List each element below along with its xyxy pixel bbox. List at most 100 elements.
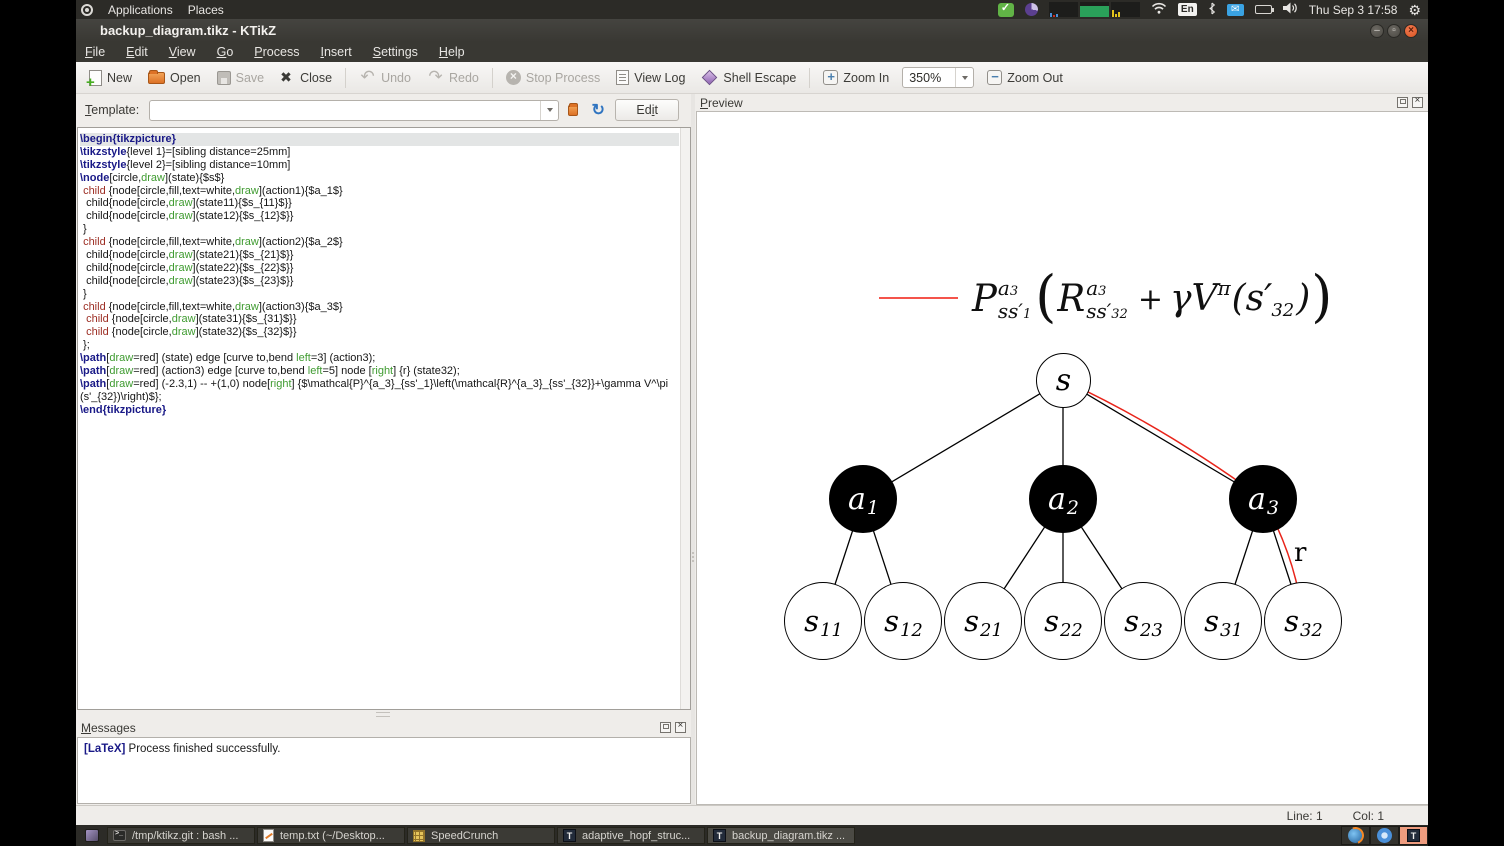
template-combo[interactable] [149, 99, 560, 121]
view-log-button[interactable]: View Log [609, 67, 692, 88]
code-token: draw [235, 236, 259, 249]
bluetooth-icon[interactable] [1208, 2, 1216, 18]
view-log-icon [616, 70, 630, 85]
taskbar-item-speedcrunch[interactable]: SpeedCrunch [407, 827, 555, 844]
taskbar-item-adaptive-hopf[interactable]: Tadaptive_hopf_struc... [557, 827, 705, 844]
redo-button[interactable]: Redo [420, 67, 486, 88]
stop-process-button[interactable]: Stop Process [499, 67, 607, 88]
code-token: child{node[circle, [80, 249, 169, 262]
clock[interactable]: Thu Sep 3 17:58 [1309, 3, 1398, 17]
code-token: \tikzstyle [80, 145, 127, 158]
minimize-button[interactable]: – [1370, 23, 1384, 38]
menu-settings[interactable]: Settings [373, 45, 418, 59]
template-edit-button[interactable]: Edit [615, 99, 680, 121]
updates-ok-icon[interactable] [997, 1, 1014, 17]
preview-float-button[interactable] [1397, 97, 1408, 108]
code-token: right [270, 377, 292, 390]
code-editor[interactable]: \begin{tikzpicture} \tikzstyle{level 1}=[… [77, 127, 691, 710]
code-token: ](action1){$a_1$} [258, 184, 343, 197]
new-button[interactable]: New [82, 67, 139, 91]
shell-escape-icon [702, 69, 718, 86]
messages-float-button[interactable] [660, 722, 671, 733]
window-title: backup_diagram.tikz - KTikZ [100, 23, 277, 38]
code-token: right [371, 365, 394, 378]
big-rparen: ) [1311, 263, 1333, 329]
vertical-splitter[interactable] [691, 94, 695, 805]
zoom-out-button[interactable]: Zoom Out [980, 67, 1070, 88]
new-icon [86, 69, 102, 91]
zoom-in-button[interactable]: Zoom In [816, 67, 896, 88]
session-gear-icon[interactable]: ⚙ [1408, 3, 1421, 17]
time-tracker-icon[interactable] [1024, 3, 1038, 16]
code-token: \node [80, 171, 110, 184]
template-reload-button[interactable] [587, 99, 609, 121]
keyboard-layout-indicator[interactable]: En [1177, 3, 1197, 16]
redo-icon [427, 70, 444, 85]
node-s11: s 11 [784, 582, 862, 660]
code-token: {node[circle,fill,text=white, [105, 184, 236, 197]
toolbar-separator [809, 67, 811, 88]
code-line: \path[draw=red] (action3) edge [curve to… [80, 365, 679, 378]
combo-arrow[interactable] [540, 100, 558, 120]
reward-label: r [1294, 538, 1307, 568]
menu-go[interactable]: Go [217, 45, 234, 59]
places-menu[interactable]: Places [188, 3, 224, 17]
menu-edit[interactable]: Edit [126, 45, 148, 59]
combo-arrow[interactable] [955, 68, 973, 87]
code-token: draw [168, 210, 193, 223]
code-lines[interactable]: \begin{tikzpicture} \tikzstyle{level 1}=[… [80, 133, 679, 707]
code-token: {node[circle, [108, 313, 172, 326]
code-token: draw [109, 365, 134, 378]
maximize-button[interactable]: ▫ [1387, 23, 1401, 38]
code-token: {level 1}=[sibling distance=25mm] [126, 145, 291, 158]
node-s: s [1036, 353, 1091, 408]
terminal-icon [113, 830, 126, 841]
mail-icon[interactable]: ✉ [1226, 3, 1244, 16]
volume-icon[interactable] [1282, 2, 1298, 17]
show-desktop-button[interactable] [79, 826, 105, 845]
preview-close-button[interactable] [1412, 95, 1423, 108]
distributor-logo-icon[interactable] [81, 3, 93, 16]
menu-file[interactable]: File [85, 45, 105, 59]
template-open-button[interactable] [562, 99, 584, 121]
preview-canvas: P a3 ss′ 1 ( R a3 ss′ 32 + γV π (s′ 32 ) )… [696, 111, 1428, 805]
code-token: } [80, 287, 87, 300]
close-button[interactable]: × [1404, 23, 1418, 38]
zoom-level-combo[interactable]: 350% [902, 67, 975, 88]
menu-insert[interactable]: Insert [320, 45, 351, 59]
menu-view[interactable]: View [169, 45, 196, 59]
node-a3: a3 [1229, 465, 1297, 533]
node-s32: s 32 [1264, 582, 1342, 660]
taskbar-item-backup-diagram[interactable]: Tbackup_diagram.tikz ... [707, 827, 855, 844]
battery-icon[interactable] [1254, 5, 1274, 14]
firefox-launcher[interactable] [1341, 826, 1370, 845]
code-line: \tikzstyle{level 1}=[sibling distance=25… [80, 146, 679, 159]
taskbar-item-terminal[interactable]: /tmp/ktikz.git : bash ... [107, 827, 255, 844]
messages-close-button[interactable] [675, 720, 686, 733]
window-title-bar[interactable]: backup_diagram.tikz - KTikZ – ▫ × [76, 19, 1428, 42]
taskbar-item-temp-txt[interactable]: temp.txt (~/Desktop... [257, 827, 405, 844]
close-file-button[interactable]: Close [273, 67, 339, 88]
editor-scrollbar[interactable] [680, 128, 690, 709]
code-token: =3] (action3); [310, 352, 376, 365]
code-token: draw [168, 274, 193, 287]
toolbar: New Open Save Close Undo Redo Stop Proce… [76, 62, 1428, 94]
status-line: Line: 1 [1286, 808, 1323, 823]
shell-escape-button[interactable]: Shell Escape [694, 68, 803, 88]
system-monitor-applet[interactable] [1048, 2, 1140, 17]
menu-process[interactable]: Process [254, 45, 299, 59]
horizontal-splitter[interactable] [76, 710, 691, 719]
undo-button[interactable]: Undo [352, 67, 418, 88]
applications-menu[interactable]: Applications [108, 3, 173, 17]
zoom-out-icon [987, 69, 1003, 85]
open-button[interactable]: Open [141, 68, 208, 88]
template-label: Template: [85, 103, 140, 117]
node-s21: s 21 [944, 582, 1022, 660]
ktikz-icon: T [713, 829, 726, 842]
ktikz-launcher[interactable]: T [1399, 826, 1428, 845]
browser-launcher[interactable] [1370, 826, 1399, 845]
code-token: child [86, 326, 109, 339]
menu-help[interactable]: Help [439, 45, 465, 59]
wifi-icon[interactable] [1151, 2, 1167, 17]
save-button[interactable]: Save [210, 68, 272, 88]
